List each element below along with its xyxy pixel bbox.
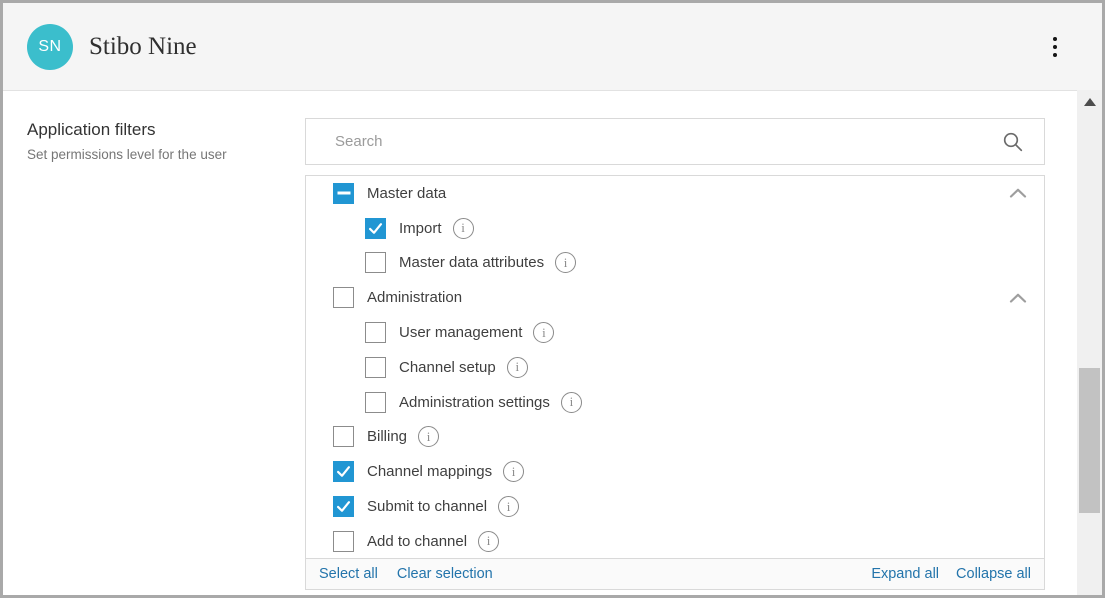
expand-all-link[interactable]: Expand all [871,566,939,582]
search-input[interactable] [306,119,1044,164]
tree-row-billing[interactable]: Billing i [306,420,1044,455]
tree-row-submit-to-channel[interactable]: Submit to channel i [306,489,1044,524]
tree-row-channel-mappings[interactable]: Channel mappings i [306,454,1044,489]
avatar-initials: SN [38,38,61,56]
checkbox[interactable] [333,183,354,204]
checkbox[interactable] [333,426,354,447]
info-icon[interactable]: i [507,357,528,378]
more-options-button[interactable] [1041,30,1069,64]
page-title: Stibo Nine [89,3,197,90]
filters-title: Application filters [27,120,287,140]
tree-row-master-data[interactable]: Master data [306,176,1044,211]
checkbox[interactable] [333,287,354,308]
vertical-scrollbar[interactable] [1077,90,1102,595]
triangle-up-icon [1084,98,1096,106]
checkbox[interactable] [365,218,386,239]
tree-row-master-data-attributes[interactable]: Master data attributes i [306,246,1044,281]
info-icon[interactable]: i [503,461,524,482]
check-icon [366,219,385,238]
dialog-header: SN Stibo Nine [3,3,1102,91]
check-icon [334,462,353,481]
scrollbar-thumb[interactable] [1079,368,1100,513]
tree-row-administration[interactable]: Administration [306,280,1044,315]
tree-row-label: Add to channel [367,533,467,550]
info-icon[interactable]: i [555,252,576,273]
tree-row-label: Administration [367,289,462,306]
tree-row-label: Channel setup [399,359,496,376]
tree-row-label: Master data [367,185,446,202]
info-icon[interactable]: i [561,392,582,413]
tree-row-add-to-channel[interactable]: Add to channel i [306,524,1044,559]
checkbox[interactable] [365,252,386,273]
tree-row-user-management[interactable]: User management i [306,315,1044,350]
info-icon[interactable]: i [418,426,439,447]
tree-row-label: Channel mappings [367,463,492,480]
info-icon[interactable]: i [498,496,519,517]
filters-description: Application filters Set permissions leve… [27,120,287,162]
permissions-dialog: SN Stibo Nine Application filters Set pe… [0,0,1105,598]
tree-row-label: Master data attributes [399,254,544,271]
info-icon[interactable]: i [478,531,499,552]
tree-row-import[interactable]: Import i [306,211,1044,246]
info-icon[interactable]: i [453,218,474,239]
checkbox[interactable] [333,531,354,552]
checkbox[interactable] [333,461,354,482]
filters-subtitle: Set permissions level for the user [27,147,287,162]
kebab-dot [1053,45,1058,50]
select-all-link[interactable]: Select all [319,566,378,582]
tree-row-label: Import [399,220,442,237]
tree-row-channel-setup[interactable]: Channel setup i [306,350,1044,385]
tree-row-label: Submit to channel [367,498,487,515]
search-icon[interactable] [1002,131,1024,153]
tree-row-label: Billing [367,428,407,445]
collapse-all-link[interactable]: Collapse all [956,566,1031,582]
kebab-dot [1053,53,1058,58]
kebab-dot [1053,37,1058,42]
tree-footer: Select all Clear selection Expand all Co… [306,558,1044,589]
chevron-up-icon[interactable] [1009,187,1027,199]
info-icon[interactable]: i [533,322,554,343]
checkbox[interactable] [365,322,386,343]
tree-list: Master data Import i Master data attribu… [306,176,1044,559]
indeterminate-mark [337,192,350,195]
chevron-up-icon[interactable] [1009,292,1027,304]
checkbox[interactable] [365,357,386,378]
checkbox[interactable] [333,496,354,517]
checkbox[interactable] [365,392,386,413]
search-box [305,118,1045,165]
tree-row-label: Administration settings [399,394,550,411]
scroll-up-button[interactable] [1077,90,1102,114]
permissions-tree-panel: Master data Import i Master data attribu… [305,175,1045,590]
footer-right-actions: Expand all Collapse all [871,566,1031,582]
check-icon [334,497,353,516]
avatar: SN [27,24,73,70]
clear-selection-link[interactable]: Clear selection [397,566,493,582]
footer-left-actions: Select all Clear selection [319,566,493,582]
tree-row-label: User management [399,324,522,341]
tree-row-administration-settings[interactable]: Administration settings i [306,385,1044,420]
